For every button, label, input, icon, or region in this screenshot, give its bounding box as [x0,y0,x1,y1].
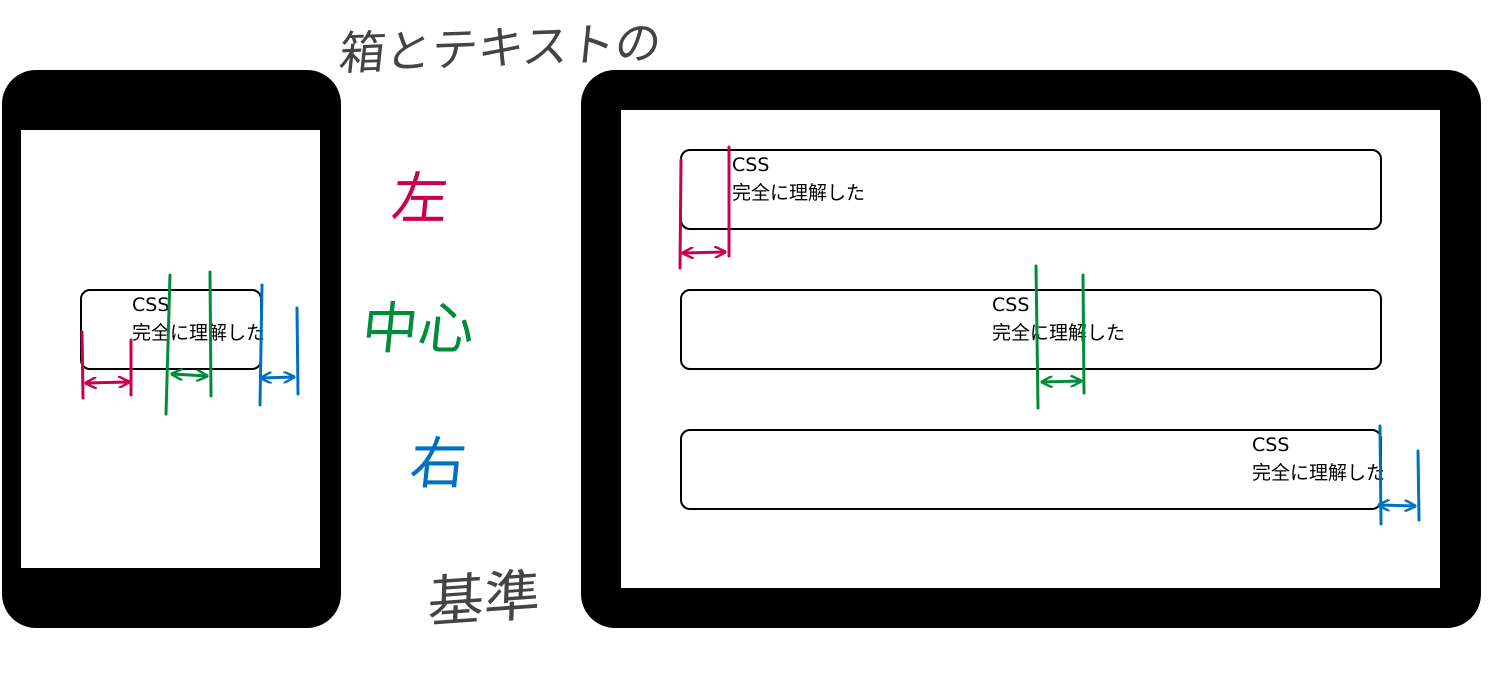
phone-right-offset-mark [258,283,300,407]
tablet-right-offset-mark [1377,424,1421,526]
measurement-annotations [80,145,1421,526]
phone-left-offset-mark [80,330,133,400]
tablet-left-offset-mark [678,145,731,270]
phone-center-offset-mark [164,270,213,416]
tablet-center-offset-mark [1034,264,1086,410]
